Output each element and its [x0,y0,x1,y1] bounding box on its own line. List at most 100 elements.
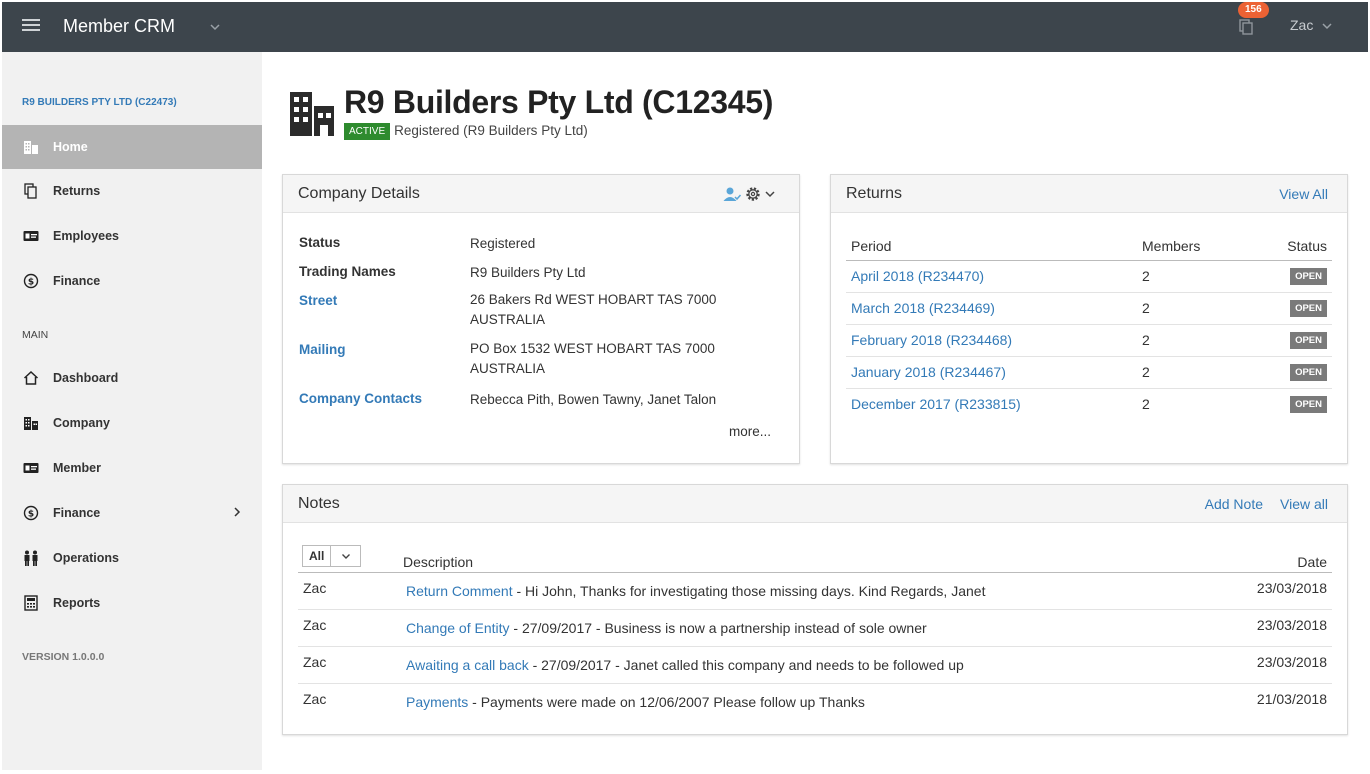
detail-label: Status [299,235,341,250]
sidebar-org-name[interactable]: R9 BUILDERS PTY LTD (C22473) [22,97,177,108]
panel-title: Returns [846,185,903,202]
notification-badge[interactable]: 156 [1238,2,1269,18]
company-status-line: ACTIVE Registered (R9 Builders Pty Ltd) [344,123,588,140]
copy-icon[interactable] [1237,18,1255,36]
chevron-right-icon [234,507,241,517]
note-description: Payments - Payments were made on 12/06/2… [406,694,865,710]
sidebar-item-label: Finance [53,506,101,520]
note-user: Zac [303,617,327,633]
table-row: December 2017 (R233815) 2 OPEN [846,389,1332,421]
hamburger-menu-icon[interactable] [22,19,40,33]
home-icon [22,369,40,387]
note-text: - 27/09/2017 - Janet called this company… [528,657,964,673]
notes-panel: Notes Add Note View all Description Date… [282,484,1348,735]
column-header[interactable]: Period [851,238,891,254]
detail-value: PO Box 1532 WEST HOBART TAS 7000 AUSTRAL… [470,341,715,376]
sidebar-item-label: Employees [53,229,120,243]
sidebar-item-home[interactable]: Home [2,125,262,169]
sidebar: R9 BUILDERS PTY LTD (C22473) Home Return… [2,52,262,770]
mailing-link[interactable]: Mailing [299,342,346,357]
panel-header: Company Details [283,175,799,213]
table-row: Zac Change of Entity - 27/09/2017 - Busi… [298,610,1332,647]
sidebar-item-reports[interactable]: Reports [2,581,262,625]
return-period-link[interactable]: March 2018 (R234469) [851,300,995,316]
panel-title: Notes [298,495,340,512]
view-all-returns-link[interactable]: View All [1279,186,1328,202]
sidebar-item-label: Dashboard [53,371,119,385]
sidebar-item-operations[interactable]: Operations [2,536,262,580]
panel-header: Notes Add Note View all [283,485,1347,523]
note-user: Zac [303,654,327,670]
note-description: Change of Entity - 27/09/2017 - Business… [406,620,927,636]
filter-value: All [303,546,331,566]
return-period-link[interactable]: December 2017 (R233815) [851,396,1021,412]
sidebar-item-company[interactable]: Company [2,401,262,445]
sidebar-item-label: Finance [53,274,101,288]
note-date: 23/03/2018 [1256,580,1327,596]
panel-title: Company Details [298,185,420,202]
sidebar-item-dashboard[interactable]: Dashboard [2,356,262,400]
view-all-notes-link[interactable]: View all [1280,496,1328,512]
column-header[interactable]: Description [403,554,473,570]
table-row: March 2018 (R234469) 2 OPEN [846,293,1332,325]
sidebar-item-label: Operations [53,551,119,565]
return-period-link[interactable]: January 2018 (R234467) [851,364,1006,380]
table-row: Zac Return Comment - Hi John, Thanks for… [298,573,1332,610]
sidebar-item-member[interactable]: Member [2,446,262,490]
more-link[interactable]: more... [729,424,771,439]
add-note-link[interactable]: Add Note [1205,496,1263,512]
chevron-down-icon[interactable] [209,16,221,38]
page-title: R9 Builders Pty Ltd (C12345) [344,84,774,120]
return-period-link[interactable]: February 2018 (R234468) [851,332,1012,348]
chevron-down-icon[interactable] [765,189,775,199]
column-header[interactable]: Members [1142,238,1200,254]
note-type-link[interactable]: Awaiting a call back [406,657,529,673]
column-header[interactable]: Status [1287,238,1327,254]
user-menu[interactable]: Zac [1290,17,1332,33]
app-title: Member CRM [63,16,176,36]
note-text: - Hi John, Thanks for investigating thos… [512,583,986,599]
user-icon[interactable] [723,186,741,202]
note-type-link[interactable]: Return Comment [406,583,513,599]
street-link[interactable]: Street [299,293,337,308]
members-count: 2 [1142,364,1150,380]
building-icon [290,92,334,136]
notes-filter-select[interactable]: All [302,545,361,567]
gear-icon[interactable] [744,185,762,203]
top-bar: Member CRM 156 Zac [2,2,1368,52]
sidebar-item-returns[interactable]: Returns [2,169,262,213]
chevron-down-icon [331,551,360,561]
note-user: Zac [303,691,327,707]
version-label: VERSION 1.0.0.0 [22,651,105,663]
note-date: 23/03/2018 [1256,617,1327,633]
note-type-link[interactable]: Payments [406,694,468,710]
note-date: 23/03/2018 [1256,654,1327,670]
table-row: Zac Payments - Payments were made on 12/… [298,684,1332,721]
main-content: R9 Builders Pty Ltd (C12345) ACTIVE Regis… [262,52,1368,770]
building-icon [22,138,40,156]
panel-tools [723,185,775,203]
id-card-icon [22,459,40,477]
sidebar-item-finance[interactable]: $ Finance [2,259,262,303]
chevron-down-icon [1322,23,1332,30]
note-type-link[interactable]: Change of Entity [406,620,510,636]
return-period-link[interactable]: April 2018 (R234470) [851,268,984,284]
note-user: Zac [303,580,327,596]
note-text: - 27/09/2017 - Business is now a partner… [509,620,927,636]
company-contacts-link[interactable]: Company Contacts [299,391,422,406]
calculator-icon [22,594,40,612]
note-description: Awaiting a call back - 27/09/2017 - Jane… [406,657,964,673]
sidebar-item-finance-main[interactable]: $ Finance [2,491,262,535]
sidebar-item-label: Member [53,461,101,475]
sidebar-section-main: MAIN [22,329,49,341]
svg-text:$: $ [28,510,34,520]
detail-value: Rebecca Pith, Bowen Tawny, Janet Talon [470,392,717,407]
dollar-icon: $ [22,272,40,290]
column-header[interactable]: Date [1297,554,1327,570]
sidebar-item-employees[interactable]: Employees [2,214,262,258]
table-row: February 2018 (R234468) 2 OPEN [846,325,1332,357]
status-badge: OPEN [1290,332,1327,349]
table-row: Zac Awaiting a call back - 27/09/2017 - … [298,647,1332,684]
sidebar-item-label: Home [53,140,88,154]
table-row: April 2018 (R234470) 2 OPEN [846,261,1332,293]
